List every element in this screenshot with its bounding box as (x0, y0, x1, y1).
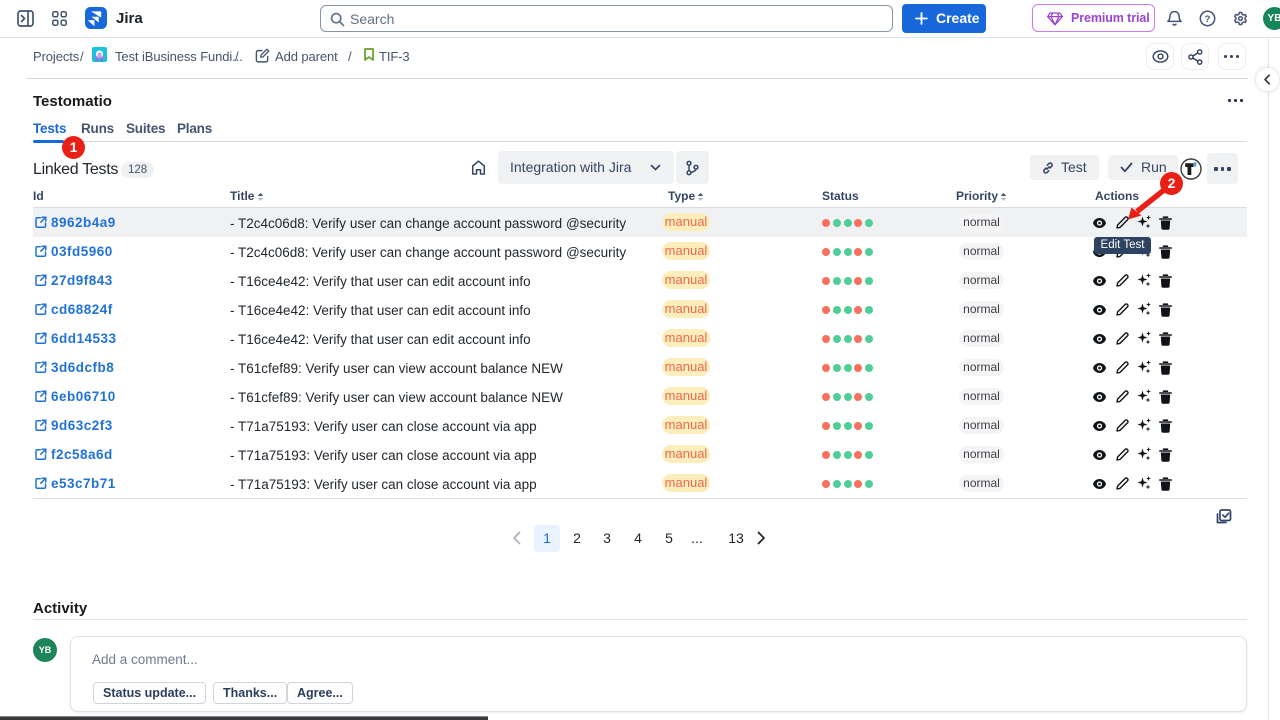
svg-text:?: ? (1205, 14, 1211, 25)
